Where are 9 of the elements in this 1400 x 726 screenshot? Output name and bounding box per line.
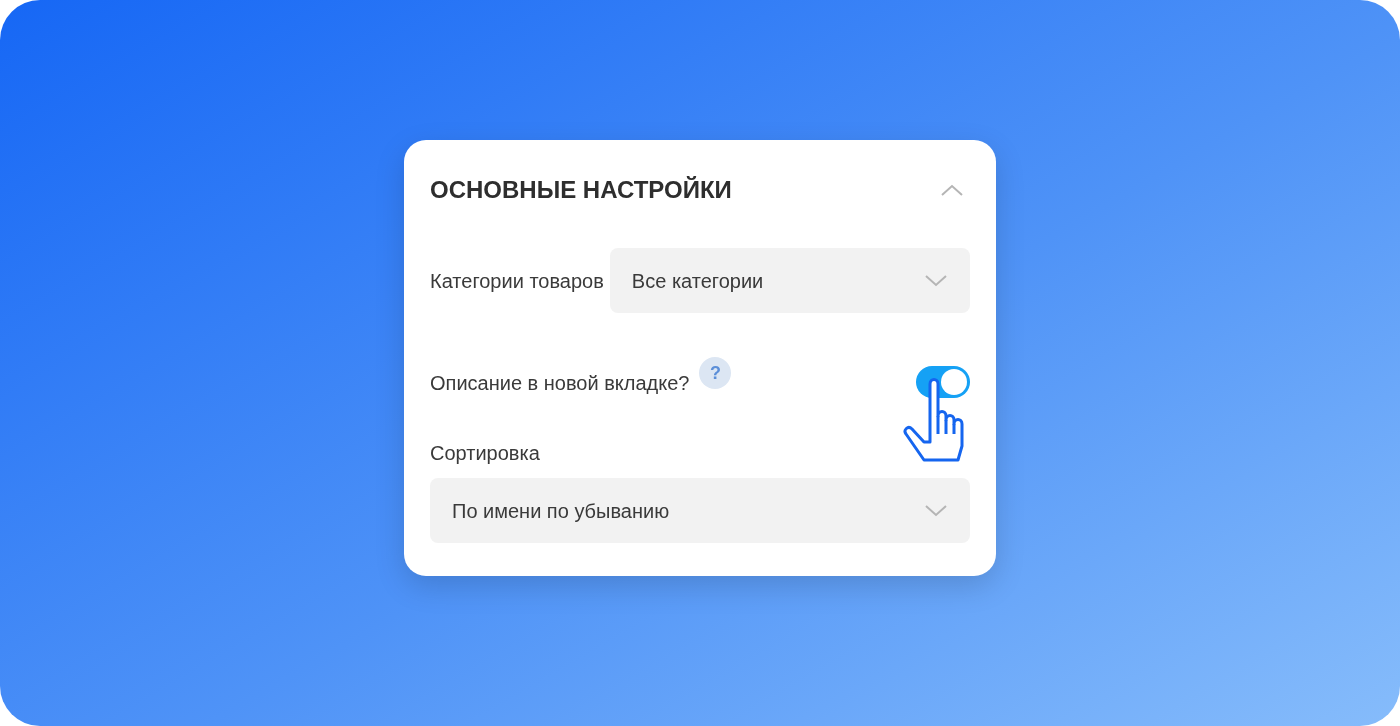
chevron-down-icon xyxy=(924,273,948,288)
field-label: Описание в новой вкладке? xyxy=(430,371,690,396)
chevron-down-icon xyxy=(924,503,948,518)
panel-title: ОСНОВНЫЕ НАСТРОЙКИ xyxy=(430,175,732,205)
field-label: Сортировка xyxy=(430,441,541,466)
field-label: Категории товаров xyxy=(430,268,604,294)
chevron-up-icon xyxy=(940,183,964,197)
sort-dropdown[interactable]: По имени по убыванию xyxy=(430,478,970,543)
category-dropdown[interactable]: Все категории xyxy=(609,248,970,313)
